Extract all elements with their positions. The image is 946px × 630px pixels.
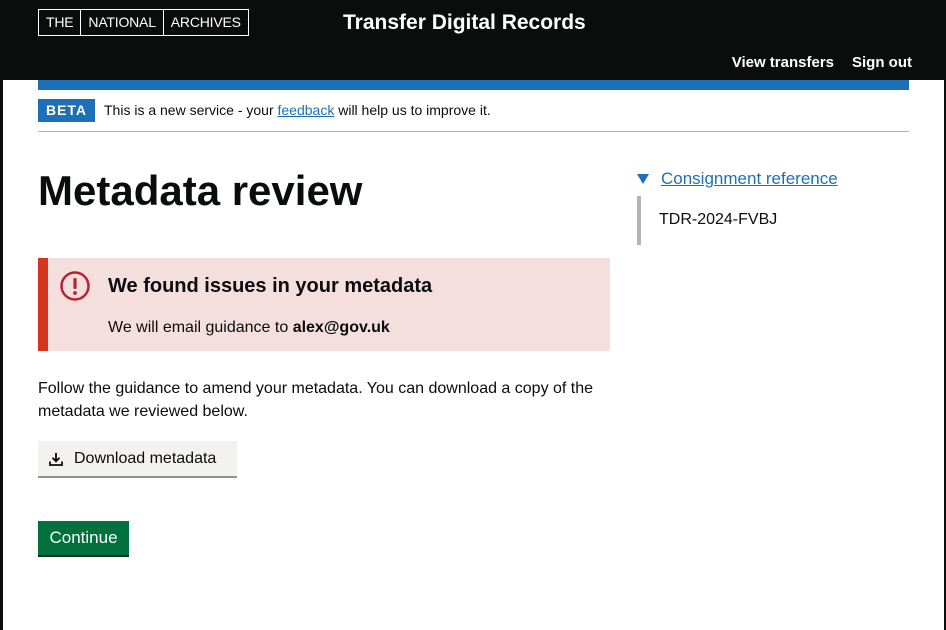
phase-text-before: This is a new service - your	[104, 102, 278, 118]
service-name[interactable]: Transfer Digital Records	[343, 10, 586, 36]
consignment-reference-summary[interactable]: Consignment reference	[637, 169, 838, 189]
phase-text-after: will help us to improve it.	[334, 102, 491, 118]
sign-out-link[interactable]: Sign out	[852, 54, 912, 72]
view-transfers-link[interactable]: View transfers	[732, 54, 834, 72]
feedback-link[interactable]: feedback	[278, 102, 335, 118]
logo-part-archives: ARCHIVES	[162, 10, 248, 35]
page-title: Metadata review	[38, 167, 363, 214]
consignment-reference-value: TDR-2024-FVBJ	[659, 211, 778, 228]
download-metadata-label: Download metadata	[74, 449, 217, 467]
error-body-prefix: We will email guidance to	[108, 319, 293, 336]
phase-banner: BETA This is a new service - your feedba…	[38, 99, 909, 132]
guidance-text: Follow the guidance to amend your metada…	[38, 380, 594, 420]
consignment-reference-label: Consignment reference	[661, 169, 838, 188]
download-icon	[49, 452, 63, 466]
header-blue-bar	[38, 80, 909, 90]
site-header: THE NATIONAL ARCHIVES Transfer Digital R…	[3, 0, 944, 80]
download-metadata-button[interactable]: Download metadata	[38, 441, 237, 478]
email-address: alex@gov.uk	[292, 319, 390, 336]
national-archives-logo[interactable]: THE NATIONAL ARCHIVES	[38, 9, 249, 36]
error-notification: We found issues in your metadata We will…	[38, 258, 610, 351]
triangle-down-icon	[637, 174, 649, 184]
phase-banner-text: This is a new service - your feedback wi…	[104, 102, 491, 119]
beta-tag: BETA	[38, 99, 95, 122]
continue-button[interactable]: Continue	[38, 521, 129, 557]
consignment-reference-details: TDR-2024-FVBJ	[637, 196, 777, 245]
error-heading: We found issues in your metadata	[108, 275, 433, 297]
logo-part-the: THE	[46, 14, 74, 30]
error-body: We will email guidance to alex@gov.uk	[108, 318, 390, 338]
exclamation-circle-icon	[60, 271, 90, 301]
logo-part-national: NATIONAL	[80, 10, 162, 35]
page-frame: THE NATIONAL ARCHIVES Transfer Digital R…	[3, 0, 944, 630]
header-nav: View transfers Sign out	[732, 54, 912, 72]
